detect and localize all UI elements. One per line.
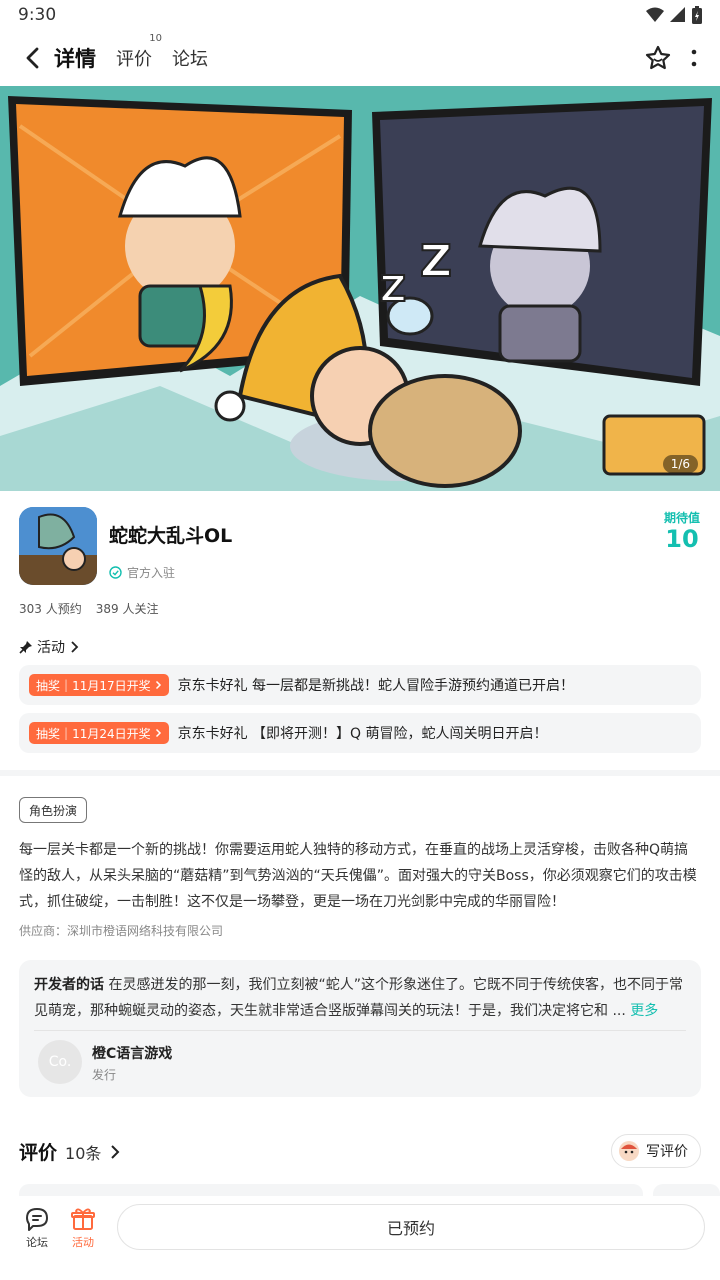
developer-message: 开发者的话 在灵感迸发的那一刻，我们立刻被“蛇人”这个形象迷住了。它既不同于传统…	[34, 972, 686, 1024]
tab-detail[interactable]: 详情	[54, 43, 96, 73]
forum-button[interactable]: 论坛	[17, 1206, 57, 1250]
banner-artwork: Z Z	[0, 86, 720, 491]
developer-divider	[34, 1030, 686, 1031]
tab-bar: 详情 评价 10 论坛	[54, 33, 208, 73]
bottom-bar: 论坛 活动 已预约	[0, 1196, 720, 1280]
activity-button[interactable]: 活动	[63, 1206, 103, 1250]
reviews-header[interactable]: 评价 10条	[19, 1138, 121, 1165]
activity-item[interactable]: 抽奖 | 11月17日开奖 京东卡好礼 每一层都是新挑战！蛇人冒险手游预约通道已…	[19, 665, 701, 705]
activities-title: 活动	[37, 640, 65, 656]
chat-bubble-icon	[26, 1208, 48, 1231]
chevron-right-icon	[155, 680, 161, 690]
status-bar: 9:30	[0, 0, 720, 30]
write-review-label: 写评价	[646, 1144, 688, 1160]
expectation-score: 期待值 10	[664, 509, 700, 552]
more-options-icon[interactable]	[690, 47, 698, 69]
badge-date: 11月17日开奖	[72, 678, 151, 693]
status-icons	[646, 6, 702, 24]
official-label: 官方入驻	[127, 566, 176, 580]
supplier-info: 供应商：深圳市橙语网络科技有限公司	[19, 924, 224, 938]
game-description: 每一层关卡都是一个新的挑战！你需要运用蛇人独特的移动方式，在垂直的战场上灵活穿梭…	[19, 842, 697, 910]
write-review-button[interactable]: 写评价	[611, 1134, 701, 1168]
developer-heading: 开发者的话	[34, 977, 104, 993]
reservation-count: 303 人预约	[19, 602, 82, 616]
genre-tag[interactable]: 角色扮演	[19, 797, 88, 823]
status-time: 9:30	[18, 5, 57, 25]
activity-item[interactable]: 抽奖 | 11月24日开奖 京东卡好礼 【即将开测！】Q 萌冒险，蛇人闯关明日开…	[19, 713, 701, 753]
reviews-title: 评价	[19, 1142, 58, 1164]
reviews-count: 10条	[65, 1143, 102, 1163]
chevron-right-icon	[71, 641, 79, 653]
game-app-icon	[19, 507, 97, 585]
banner-page-indicator: 1/6	[662, 455, 698, 473]
gift-icon	[71, 1208, 95, 1230]
top-nav: 详情 评价 10 论坛	[0, 30, 720, 86]
pin-icon	[19, 641, 32, 654]
tab-reviews[interactable]: 评价 10	[116, 33, 162, 71]
tab-forum[interactable]: 论坛	[172, 45, 208, 71]
back-button[interactable]	[12, 38, 52, 78]
more-link[interactable]: 更多	[630, 1003, 658, 1019]
chevron-right-icon	[155, 728, 161, 738]
signal-icon	[670, 7, 685, 22]
svg-text:Z: Z	[380, 269, 406, 310]
badge-date: 11月24日开奖	[72, 726, 151, 741]
section-divider	[0, 770, 720, 776]
expectation-value: 10	[665, 525, 699, 553]
forum-label: 论坛	[26, 1236, 48, 1249]
badge-type: 抽奖	[36, 678, 61, 693]
activity-text: 京东卡好礼 【即将开测！】Q 萌冒险，蛇人闯关明日开启！	[177, 726, 548, 742]
official-tag: 官方入驻	[109, 564, 175, 581]
lottery-badge: 抽奖 | 11月24日开奖	[29, 722, 169, 744]
verified-icon	[109, 566, 122, 579]
chevron-right-icon	[111, 1144, 120, 1159]
lottery-badge: 抽奖 | 11月17日开奖	[29, 674, 169, 696]
activity-label: 活动	[72, 1236, 94, 1249]
battery-icon	[692, 6, 702, 24]
nav-actions	[644, 44, 698, 72]
game-icon-art	[19, 507, 97, 585]
developer-avatar[interactable]: Co.	[38, 1040, 82, 1084]
game-stats: 303 人预约 389 人关注	[19, 600, 158, 617]
tab-reviews-label: 评价	[116, 49, 152, 70]
expectation-label: 期待值	[663, 511, 700, 525]
tab-reviews-badge: 10	[149, 33, 162, 44]
developer-role: 发行	[92, 1068, 117, 1082]
svg-text:Z: Z	[420, 236, 452, 287]
developer-card[interactable]: 开发者的话 在灵感迸发的那一刻，我们立刻被“蛇人”这个形象迷住了。它既不同于传统…	[19, 960, 701, 1097]
back-arrow-icon	[26, 47, 39, 69]
badge-type: 抽奖	[36, 726, 61, 741]
wifi-icon	[646, 7, 664, 22]
badge-separator: |	[64, 678, 69, 692]
follower-count: 389 人关注	[95, 602, 159, 616]
activity-text: 京东卡好礼 每一层都是新挑战！蛇人冒险手游预约通道已开启！	[177, 678, 575, 694]
favorite-star-icon[interactable]	[644, 44, 672, 72]
game-title: 蛇蛇大乱斗OL	[109, 525, 233, 547]
user-avatar-icon	[619, 1141, 639, 1161]
developer-name[interactable]: 橙C语言游戏	[92, 1043, 172, 1063]
reserved-button[interactable]: 已预约	[117, 1204, 705, 1250]
developer-text: 在灵感迸发的那一刻，我们立刻被“蛇人”这个形象迷住了。它既不同于传统侠客，也不同…	[34, 977, 683, 1019]
banner-carousel[interactable]: Z Z 1/6	[0, 86, 720, 491]
badge-separator: |	[64, 726, 69, 740]
activities-header[interactable]: 活动	[19, 637, 79, 657]
